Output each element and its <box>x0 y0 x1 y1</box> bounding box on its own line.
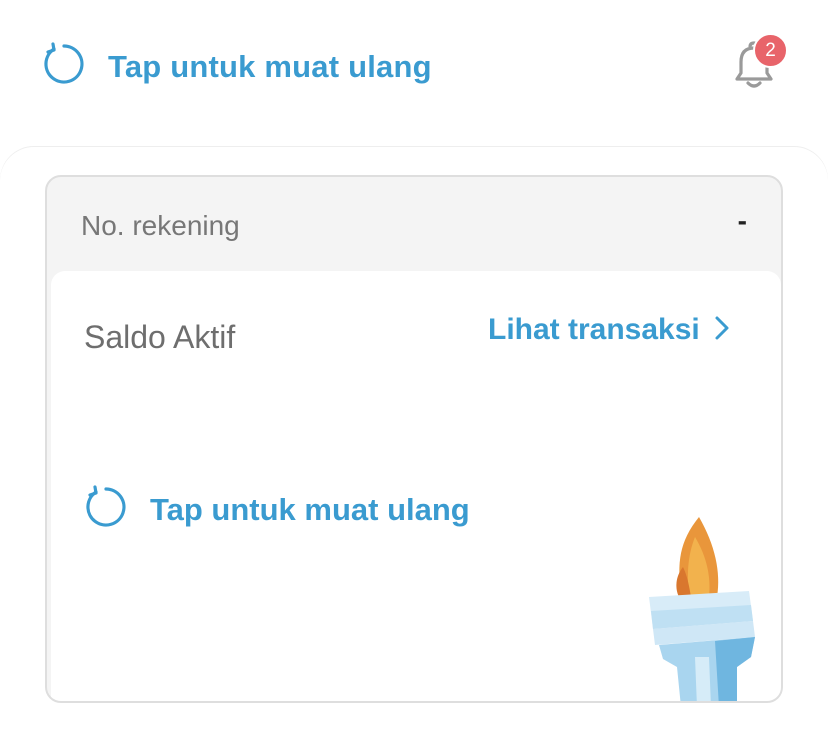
reload-icon <box>82 485 126 534</box>
chevron-right-icon <box>700 315 730 346</box>
top-bar: Tap untuk muat ulang 2 <box>0 0 828 135</box>
reload-label: Tap untuk muat ulang <box>150 491 470 527</box>
balance-section: Saldo Aktif Lihat transaksi Tap untuk mu… <box>51 271 781 701</box>
active-balance-label: Saldo Aktif <box>84 319 236 355</box>
bell-icon <box>724 41 784 100</box>
account-number-label: No. rekening <box>81 210 240 241</box>
torch-illustration <box>619 517 769 701</box>
reload-label: Tap untuk muat ulang <box>108 48 432 84</box>
view-transactions-label: Lihat transaksi <box>488 313 700 346</box>
reload-button-top[interactable]: Tap untuk muat ulang <box>40 42 432 91</box>
account-number-value: - <box>737 205 747 236</box>
account-number-row: No. rekening - <box>47 177 781 273</box>
account-card: No. rekening - Saldo Aktif Lihat transak… <box>45 175 783 703</box>
view-transactions-link[interactable]: Lihat transaksi <box>488 313 730 347</box>
notification-badge: 2 <box>753 33 788 68</box>
reload-icon <box>40 42 84 91</box>
reload-button-balance[interactable]: Tap untuk muat ulang <box>82 485 470 534</box>
